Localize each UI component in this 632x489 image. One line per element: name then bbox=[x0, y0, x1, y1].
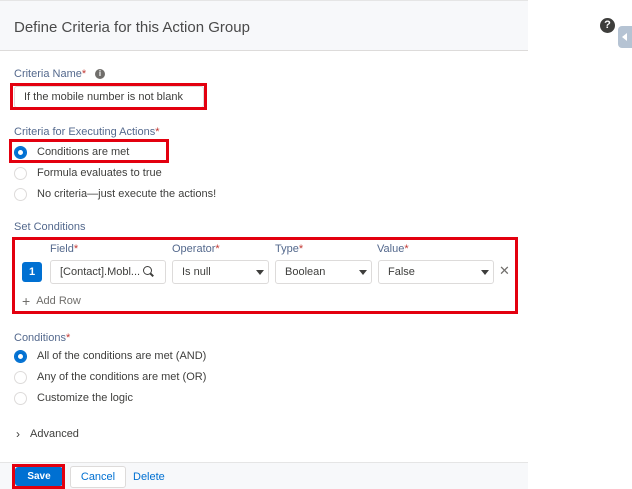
close-icon[interactable]: ✕ bbox=[499, 264, 510, 278]
value-select[interactable]: False bbox=[378, 260, 494, 284]
radio-label: No criteria—just execute the actions! bbox=[37, 188, 217, 200]
radio-label: Formula evaluates to true bbox=[37, 167, 162, 179]
save-button[interactable]: Save bbox=[15, 467, 63, 486]
radio-label: All of the conditions are met (AND) bbox=[37, 350, 207, 362]
chevron-down-icon[interactable] bbox=[359, 270, 367, 275]
criteria-name-label: Criteria Name* bbox=[14, 68, 87, 80]
radio-button[interactable] bbox=[14, 391, 27, 405]
panel-header: Define Criteria for this Action Group bbox=[0, 0, 528, 51]
radio-label: Any of the conditions are met (OR) bbox=[37, 371, 207, 383]
radio-or[interactable]: Any of the conditions are met (OR) bbox=[14, 369, 206, 385]
column-field: Field* bbox=[50, 243, 79, 255]
collapse-tab[interactable] bbox=[618, 26, 632, 48]
column-type: Type* bbox=[275, 243, 304, 255]
criteria-name-input[interactable]: If the mobile number is not blank bbox=[14, 86, 204, 108]
advanced-toggle[interactable]: › Advanced bbox=[16, 427, 79, 441]
page-title: Define Criteria for this Action Group bbox=[14, 19, 250, 36]
radio-button[interactable] bbox=[14, 187, 27, 201]
add-row-label: Add Row bbox=[36, 295, 81, 307]
delete-link[interactable]: Delete bbox=[133, 471, 165, 483]
operator-select[interactable]: Is null bbox=[172, 260, 269, 284]
radio-formula[interactable]: Formula evaluates to true bbox=[14, 165, 162, 181]
advanced-label: Advanced bbox=[30, 428, 79, 440]
row-number-badge: 1 bbox=[22, 262, 42, 282]
radio-conditions-met[interactable]: Conditions are met bbox=[14, 144, 129, 160]
chevron-right-icon: › bbox=[16, 427, 20, 441]
radio-button[interactable] bbox=[14, 370, 27, 384]
radio-button[interactable] bbox=[14, 349, 27, 363]
radio-custom-logic[interactable]: Customize the logic bbox=[14, 390, 133, 406]
radio-label: Customize the logic bbox=[37, 392, 133, 404]
add-row-button[interactable]: + Add Row bbox=[22, 293, 81, 309]
info-icon[interactable]: i bbox=[95, 69, 105, 79]
conditions-label: Conditions* bbox=[14, 332, 71, 344]
set-conditions-label: Set Conditions bbox=[14, 221, 86, 233]
radio-button[interactable] bbox=[14, 166, 27, 180]
column-value: Value* bbox=[377, 243, 409, 255]
column-operator: Operator* bbox=[172, 243, 220, 255]
plus-icon: + bbox=[22, 293, 31, 309]
chevron-down-icon[interactable] bbox=[256, 270, 264, 275]
radio-button[interactable] bbox=[14, 145, 27, 159]
radio-label: Conditions are met bbox=[37, 146, 130, 158]
radio-and[interactable]: All of the conditions are met (AND) bbox=[14, 348, 206, 364]
cancel-button[interactable]: Cancel bbox=[70, 466, 126, 488]
type-select[interactable]: Boolean bbox=[275, 260, 372, 284]
help-icon[interactable]: ? bbox=[600, 18, 615, 33]
search-icon[interactable] bbox=[143, 266, 152, 275]
radio-no-criteria[interactable]: No criteria—just execute the actions! bbox=[14, 186, 216, 202]
chevron-down-icon[interactable] bbox=[481, 270, 489, 275]
executing-label: Criteria for Executing Actions* bbox=[14, 126, 160, 138]
